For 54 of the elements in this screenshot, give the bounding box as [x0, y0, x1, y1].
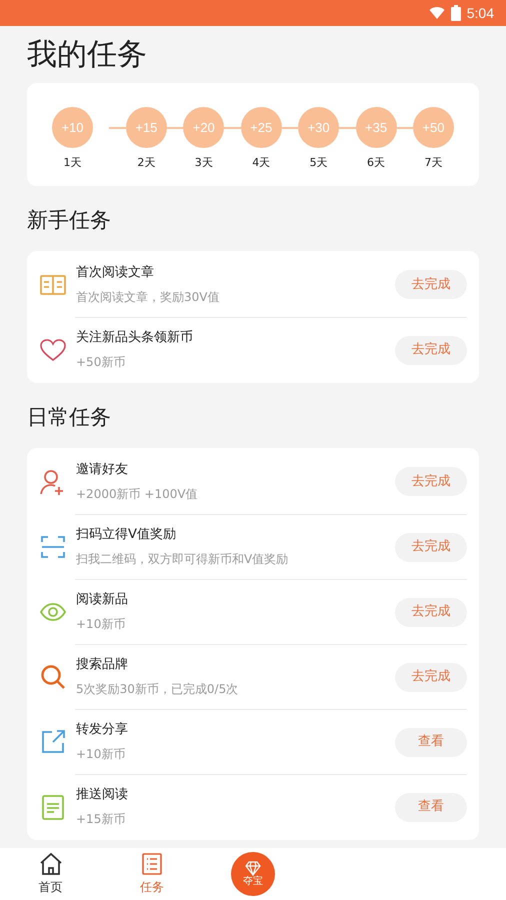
day-label: 1天: [64, 155, 82, 171]
share-icon: [39, 728, 67, 756]
task-action-button[interactable]: 查看: [395, 728, 467, 756]
task-detail: 5次奖励30新币，已完成0/5次: [76, 682, 240, 697]
connector-line: [224, 127, 241, 129]
list-icon: [140, 852, 164, 876]
task-title: 关注新品头条领新币: [76, 330, 194, 346]
task-title: 转发分享: [76, 722, 129, 738]
connector-line: [282, 127, 298, 129]
diamond-icon: [244, 860, 261, 876]
task-detail: +10新币: [76, 617, 126, 632]
scan-icon: [39, 533, 67, 561]
search-icon: [39, 663, 67, 691]
day-label: 7天: [424, 155, 442, 171]
wifi-icon: [428, 5, 445, 21]
connector-line: [109, 127, 126, 129]
task-detail: +50新币: [76, 355, 126, 370]
day-label: 5天: [310, 155, 328, 171]
task-detail: +10新币: [76, 747, 126, 762]
document-icon: [39, 793, 67, 821]
task-action-button[interactable]: 去完成: [395, 336, 467, 364]
task-action-button[interactable]: 查看: [395, 792, 467, 822]
day-label: 3天: [194, 155, 213, 171]
section-heading: 新手任务: [27, 207, 112, 234]
task-title: 首次阅读文章: [76, 264, 155, 280]
task-title: 扫码立得V值奖励: [76, 527, 177, 543]
task-title: 推送阅读: [76, 787, 129, 803]
connector-line: [339, 127, 356, 129]
task-action-button[interactable]: 去完成: [395, 598, 467, 626]
page-title: 我的任务: [27, 36, 148, 74]
task-action-button[interactable]: 去完成: [395, 662, 467, 692]
task-action-button[interactable]: 去完成: [395, 532, 467, 562]
task-action-button[interactable]: 去完成: [395, 467, 467, 496]
day-label: 2天: [137, 155, 156, 171]
task-title: 搜索品牌: [76, 657, 129, 673]
task-detail: 首次阅读文章，奖励30V值: [76, 290, 220, 304]
task-title: 邀请好友: [76, 462, 129, 478]
task-detail: +15新币: [76, 812, 126, 827]
task-action-button[interactable]: 去完成: [395, 270, 467, 299]
connector-line: [166, 127, 184, 129]
home-icon: [38, 852, 63, 876]
connector-line: [396, 127, 413, 129]
task-detail: 扫我二维码，双方即可得新币和V值奖励: [76, 552, 290, 567]
heart-icon: [39, 336, 67, 364]
day-label: 6天: [367, 155, 386, 171]
nav-tab[interactable]: 首页: [0, 848, 102, 900]
status-time: 5:04: [466, 4, 494, 22]
nav-tab[interactable]: 任务: [101, 848, 202, 900]
battery-icon: [450, 5, 461, 21]
task-detail: +2000新币 +100V值: [76, 486, 199, 502]
treasure-tab[interactable]: 夺宝: [230, 852, 275, 896]
day-label: 4天: [252, 155, 270, 171]
task-title: 阅读新品: [76, 592, 129, 608]
section-heading: 日常任务: [27, 404, 112, 431]
